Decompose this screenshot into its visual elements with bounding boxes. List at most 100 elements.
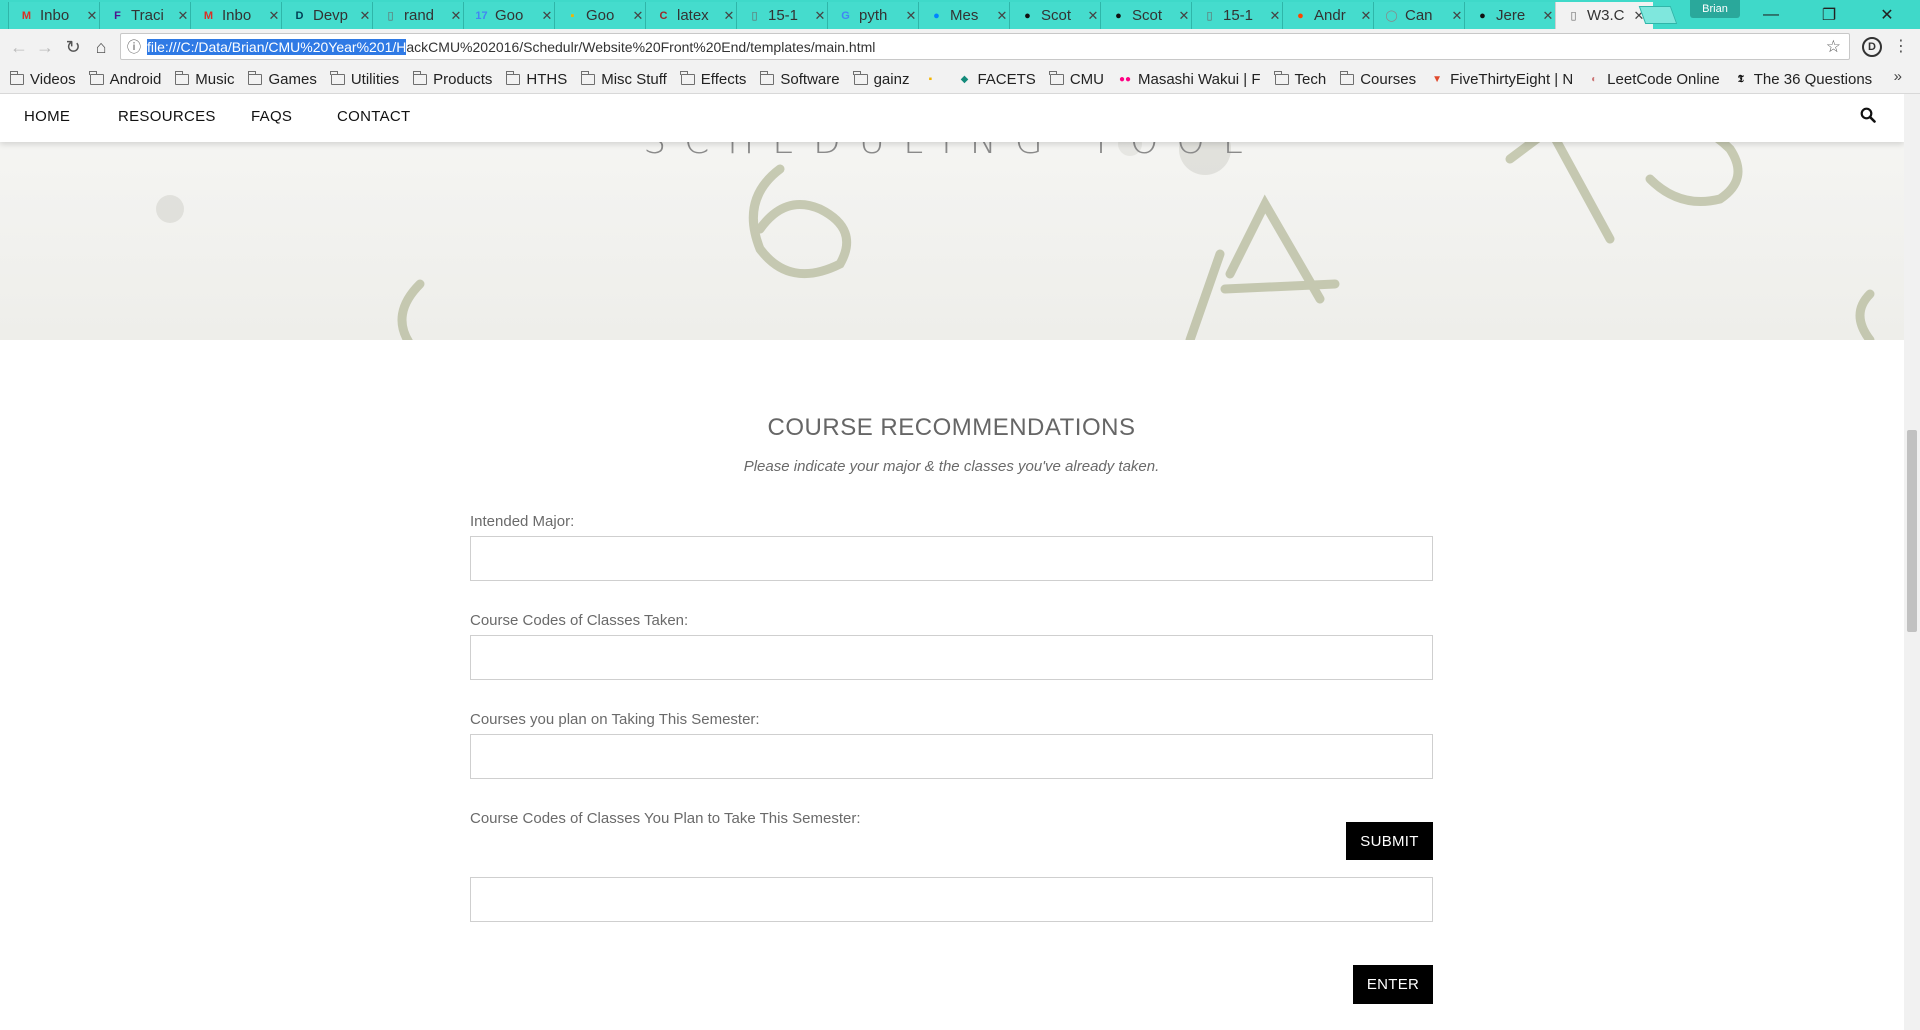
nav-faqs-link[interactable]: FAQS [251,108,292,125]
fedex-icon: F [114,9,121,22]
enter-button[interactable]: ENTER [1353,965,1433,1004]
browser-tab[interactable]: ▯ 15-1 ✕ [1191,2,1289,29]
google-icon: G [841,9,850,22]
menu-icon[interactable]: ⋮ [1893,36,1909,56]
tab-label: W3.C [1587,7,1625,24]
folder-icon [412,70,428,85]
bookmark-folder[interactable]: Misc Stuff [580,70,667,88]
tab-label: rand [404,7,435,24]
bookmark-folder[interactable]: Products [412,70,492,88]
tab-close-icon[interactable]: ✕ [1176,8,1192,24]
bookmark-folder[interactable]: Android [89,70,161,88]
nav-resources-link[interactable]: RESOURCES [118,108,216,125]
bookmark-label: Software [780,70,840,88]
gmail-icon: M [203,9,214,22]
tab-close-icon[interactable]: ✕ [903,8,919,24]
scrollbar-thumb[interactable] [1907,430,1917,632]
c-icon: C [659,9,668,22]
nav-contact-link[interactable]: CONTACT [337,108,410,125]
bookmark-folder[interactable]: Courses [1339,70,1416,88]
tab-close-icon[interactable]: ✕ [1358,8,1374,24]
browser-tab[interactable]: D Devp ✕ [281,2,379,29]
folder-icon [505,70,521,85]
tab-close-icon[interactable]: ✕ [175,8,191,24]
tab-close-icon[interactable]: ✕ [539,8,555,24]
bookmark-star-icon[interactable]: ☆ [1826,37,1841,57]
browser-tab[interactable]: Gpyth ✕ [827,2,925,29]
browser-tab[interactable]: M Inbo ✕ [190,2,288,29]
browser-tab[interactable]: ● Andr ✕ [1282,2,1380,29]
home-icon[interactable]: ⌂ [88,35,114,59]
nav-home-link[interactable]: HOME [24,108,70,125]
tab-close-icon[interactable]: ✕ [812,8,828,24]
close-window-icon[interactable]: ✕ [1864,0,1910,29]
new-tab-button[interactable] [1638,6,1678,24]
plan-label: Courses you plan on Taking This Semester… [470,711,760,728]
browser-tab[interactable]: ● Scot ✕ [1100,2,1198,29]
browser-tab[interactable]: M Inbo ✕ [8,2,106,29]
bookmark-link[interactable]: 𝕿 The 36 Questions [1734,71,1872,88]
reload-icon[interactable]: ↻ [60,35,86,59]
tab-close-icon[interactable]: ✕ [266,8,282,24]
bookmarks-overflow-icon[interactable]: » [1894,68,1902,85]
folder-icon [759,70,775,85]
plan-codes-label: Course Codes of Classes You Plan to Take… [470,810,861,827]
address-bar[interactable]: ⓘ file:///C:/Data/Brian/CMU%20Year%201/H… [120,33,1850,60]
bookmark-folder[interactable]: Effects [680,70,747,88]
bookmark-folder[interactable]: Tech [1274,70,1326,88]
browser-tab[interactable]: ● Jere ✕ [1464,2,1562,29]
reddit-icon: ● [1297,9,1304,22]
search-icon[interactable] [1860,107,1876,128]
page-scrollbar[interactable] [1904,94,1920,1030]
bookmark-folder[interactable]: Software [759,70,840,88]
tab-close-icon[interactable]: ✕ [1449,8,1465,24]
extension-icon[interactable]: D [1862,37,1882,57]
tab-close-icon[interactable]: ✕ [1085,8,1101,24]
bookmark-folder[interactable]: gainz [853,70,909,88]
bookmark-label: Effects [700,70,747,88]
major-input[interactable] [470,536,1433,581]
bookmark-label: Games [268,70,317,88]
tab-close-icon[interactable]: ✕ [994,8,1010,24]
bookmark-link[interactable]: ◐ LeetCode Online [1587,71,1720,88]
tab-close-icon[interactable]: ✕ [1540,8,1556,24]
tab-close-icon[interactable]: ✕ [448,8,464,24]
restore-icon[interactable]: ❐ [1806,0,1852,29]
plan-codes-input[interactable] [470,877,1433,922]
bookmark-folder[interactable]: Videos [9,70,76,88]
profile-badge[interactable]: Brian [1690,0,1740,18]
bookmark-link[interactable]: ●● Masashi Wakui | F [1118,71,1261,88]
browser-tab[interactable]: ▯ rand ✕ [372,2,470,29]
tab-close-icon[interactable]: ✕ [357,8,373,24]
browser-tab[interactable]: ● Scot ✕ [1009,2,1107,29]
tab-close-icon[interactable]: ✕ [721,8,737,24]
tab-label: latex [677,7,709,24]
tab-close-icon[interactable]: ✕ [630,8,646,24]
bookmark-folder[interactable]: Music [174,70,234,88]
submit-button[interactable]: SUBMIT [1346,822,1433,860]
browser-tab[interactable]: ◯ Can ✕ [1373,2,1471,29]
browser-tab[interactable]: ▯ 15-1 ✕ [736,2,834,29]
bookmark-link[interactable]: ▼ FiveThirtyEight | N [1430,71,1573,88]
bookmark-folder[interactable]: Games [247,70,317,88]
site-favicon-icon: ●● [1118,73,1132,85]
tab-label: Scot [1132,7,1163,24]
classes-taken-input[interactable] [470,635,1433,680]
browser-tab[interactable]: ▪ Goo ✕ [554,2,652,29]
tab-close-icon[interactable]: ✕ [84,8,100,24]
bookmark-folder[interactable]: CMU [1049,70,1104,88]
minimize-icon[interactable]: — [1748,0,1794,29]
info-icon[interactable]: ⓘ [121,37,147,57]
bookmark-link[interactable]: ▪ [923,72,943,86]
bookmark-folder[interactable]: HTHS [505,70,567,88]
back-icon[interactable]: ← [6,35,32,59]
browser-tab[interactable]: ● Mes ✕ [918,2,1016,29]
browser-tab[interactable]: Clatex ✕ [645,2,743,29]
bookmark-folder[interactable]: Utilities [330,70,399,88]
tab-close-icon[interactable]: ✕ [1267,8,1283,24]
browser-tab[interactable]: 17 Goo ✕ [463,2,561,29]
forward-icon[interactable]: → [32,35,58,59]
plan-courses-input[interactable] [470,734,1433,779]
browser-tab[interactable]: F Traci ✕ [99,2,197,29]
bookmark-link[interactable]: ◆ FACETS [957,71,1036,88]
